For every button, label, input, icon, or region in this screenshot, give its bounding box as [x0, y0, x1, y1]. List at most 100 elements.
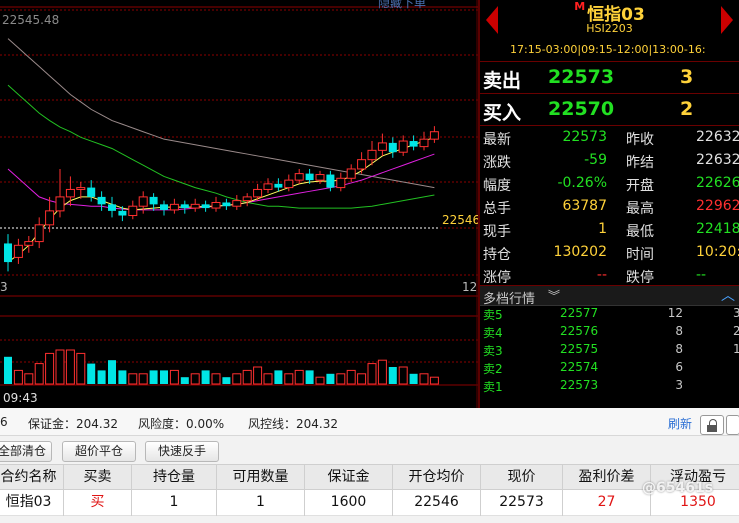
volume-bar-up: [263, 373, 273, 385]
chart-right-number: 12: [462, 280, 478, 294]
depth-volume: 12: [667, 306, 683, 320]
candle-body-down: [326, 174, 335, 188]
bid-label: 买入: [483, 102, 522, 124]
table-header-cell[interactable]: 可用数量: [217, 465, 305, 491]
stat-value: 22632: [696, 152, 739, 168]
table-header-cell[interactable]: 盈利价差: [563, 465, 651, 491]
stat-value: 22626: [696, 175, 739, 191]
stat-label: 最高: [626, 201, 654, 217]
volume-bar-up: [242, 369, 252, 385]
volume-bar-up: [429, 376, 439, 385]
ask-row[interactable]: 卖出 22573 3: [480, 62, 739, 94]
candle-body-up: [128, 205, 138, 217]
table-cell: 买: [64, 490, 132, 516]
stat-label: 跌停: [626, 270, 654, 286]
volume-bar-down: [149, 370, 158, 384]
stat-label: 时间: [626, 247, 654, 263]
risk-ratio: 风险度：0.00%: [138, 417, 225, 431]
volume-bar-up: [24, 373, 34, 385]
close-all-button[interactable]: 全部清仓: [0, 441, 52, 462]
table-header-cell[interactable]: 开仓均价: [393, 465, 481, 491]
depth-row[interactable]: 卖3 22575 8 1: [480, 342, 739, 360]
depth-title: 多档行情: [483, 292, 536, 307]
trading-hours: 17:15-03:00|09:15-12:00|13:00-16:: [510, 43, 706, 56]
candle-body-up: [315, 174, 325, 181]
candle-body-up: [336, 177, 346, 189]
bid-row[interactable]: 买入 22570 2: [480, 94, 739, 126]
depth-volume: 8: [675, 324, 683, 338]
volume-bar-down: [160, 370, 168, 384]
depth-header[interactable]: 多档行情 ︾ ︿: [480, 285, 739, 307]
lock-icon[interactable]: [700, 415, 724, 435]
table-cell: 22573: [481, 490, 563, 516]
next-contract-icon[interactable]: [721, 6, 733, 34]
table-header: 合约名称 买卖 持仓量 可用数量 保证金 开仓均价 现价 盈利价差 浮动盈亏: [0, 464, 739, 491]
candle-body-up: [55, 196, 65, 212]
candle-body-up: [346, 168, 356, 179]
stat-label: 开盘: [626, 178, 654, 194]
stat-value: 22962: [696, 198, 739, 214]
table-header-cell[interactable]: 合约名称: [0, 465, 64, 491]
depth-extra: 1: [733, 342, 739, 356]
trading-window: 22545.48 隐藏下单 22546 3 12 09:43 M 恒指03 HSI…: [0, 0, 739, 523]
stat-value: 10:20:48: [696, 244, 739, 260]
candle-body-up: [284, 179, 294, 189]
table-header-cell[interactable]: 保证金: [305, 465, 393, 491]
settings-icon[interactable]: [726, 415, 739, 435]
stat-label: 昨收: [626, 132, 654, 148]
quick-reverse-button[interactable]: 快速反手: [145, 441, 219, 462]
kline-chart[interactable]: 22545.48 隐藏下单 22546 3 12 09:43: [0, 0, 480, 408]
depth-row[interactable]: 卖5 22577 12 3: [480, 306, 739, 324]
stat-row: 最新 22573 昨收 22632: [480, 129, 739, 151]
candle-body-up: [138, 196, 148, 207]
quote-header: M 恒指03 HSI2203 17:15-03:00|09:15-12:00|13…: [480, 0, 739, 62]
volume-bar-down: [4, 356, 12, 384]
account-bar: 6 保证金：204.32 风险度：0.00% 风控线：204.32 刷新: [0, 408, 739, 436]
candle-body-up: [398, 140, 408, 153]
volume-bar-up: [76, 352, 86, 385]
refresh-link[interactable]: 刷新: [668, 415, 692, 432]
contract-code: HSI2203: [586, 22, 633, 35]
ask-volume: 3: [680, 66, 694, 88]
candle-body-down: [409, 141, 418, 147]
depth-extra: 3: [733, 306, 739, 320]
volume-bar-up: [377, 359, 387, 385]
volume-bar-up: [253, 366, 263, 385]
candle-body-up: [357, 159, 367, 170]
table-header-cell[interactable]: 买卖: [64, 465, 132, 491]
volume-bar-up: [367, 363, 377, 385]
stat-value: 63787: [562, 198, 607, 214]
volume-bar-up: [13, 369, 23, 385]
depth-price: 22575: [560, 342, 599, 356]
stat-label: 最低: [626, 224, 654, 240]
candle-body-up: [24, 241, 34, 246]
candle-body-up: [429, 131, 439, 140]
depth-row[interactable]: 卖2 22574 6: [480, 360, 739, 378]
volume-bar-up: [357, 373, 367, 385]
table-header-cell[interactable]: 现价: [481, 465, 563, 491]
stat-label: 昨结: [626, 155, 654, 171]
account-left-number: 6: [0, 415, 8, 429]
candle-body-up: [169, 203, 179, 211]
candle-body-up: [13, 244, 23, 258]
volume-bar-up: [315, 376, 325, 385]
depth-level: 卖1: [483, 380, 503, 394]
double-chevron-down-icon[interactable]: ︾: [548, 287, 560, 304]
table-header-cell[interactable]: 持仓量: [132, 465, 217, 491]
candle-body-up: [65, 188, 75, 198]
volume-bar-down: [97, 370, 106, 384]
chevron-up-icon[interactable]: ︿: [721, 285, 735, 305]
volume-bar-down: [222, 377, 231, 384]
volume-bar-down: [409, 373, 418, 384]
depth-row[interactable]: 卖1 22573 3: [480, 378, 739, 396]
table-row[interactable]: 恒指03 买 1 1 1600 22546 22573 27 1350: [0, 490, 739, 516]
volume-bar-up: [65, 349, 75, 385]
super-close-button[interactable]: 超价平仓: [62, 441, 136, 462]
depth-row[interactable]: 卖4 22576 8 2: [480, 324, 739, 342]
depth-level: 卖2: [483, 362, 503, 376]
stat-row: 涨跌 -59 昨结 22632: [480, 152, 739, 174]
stat-value: 1: [598, 221, 607, 237]
depth-price: 22574: [560, 360, 599, 374]
hide-order-link[interactable]: 隐藏下单: [378, 0, 426, 11]
candle-body-down: [149, 196, 158, 205]
